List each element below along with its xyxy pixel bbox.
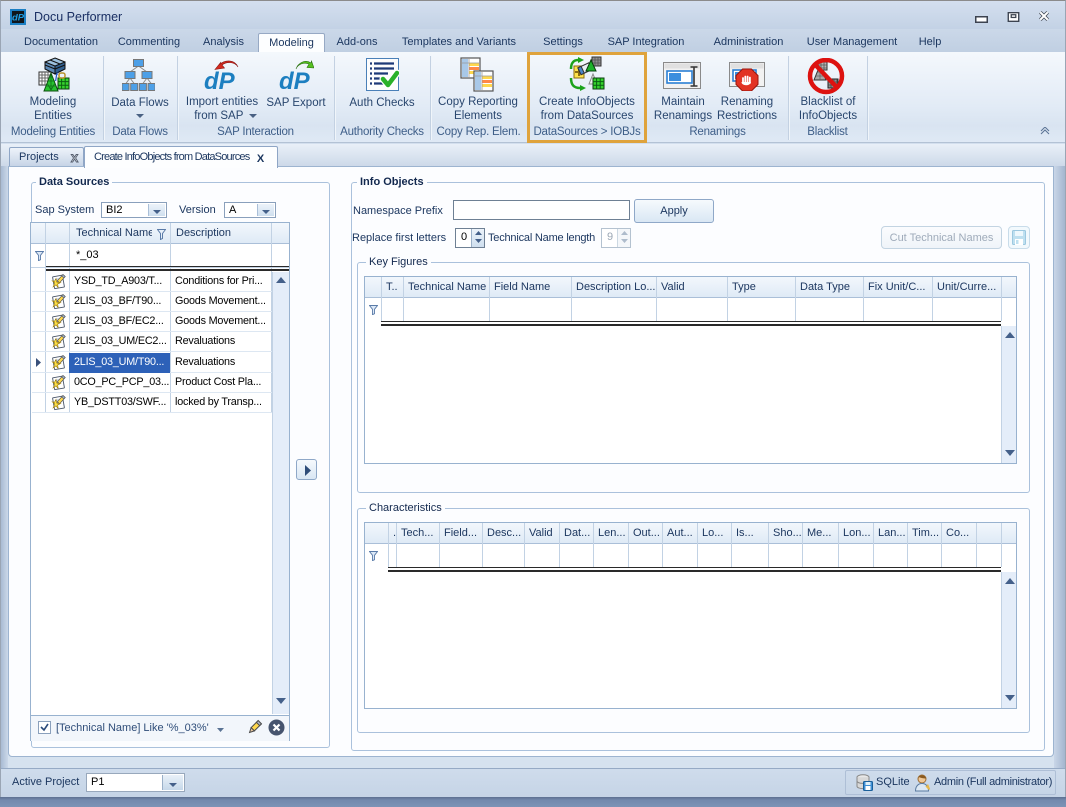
svg-text:X: X — [71, 153, 79, 163]
svg-text:X: X — [257, 153, 265, 163]
svg-text:dP: dP — [204, 68, 236, 92]
svg-text:dP: dP — [279, 68, 311, 92]
svg-text:dP: dP — [12, 13, 24, 24]
